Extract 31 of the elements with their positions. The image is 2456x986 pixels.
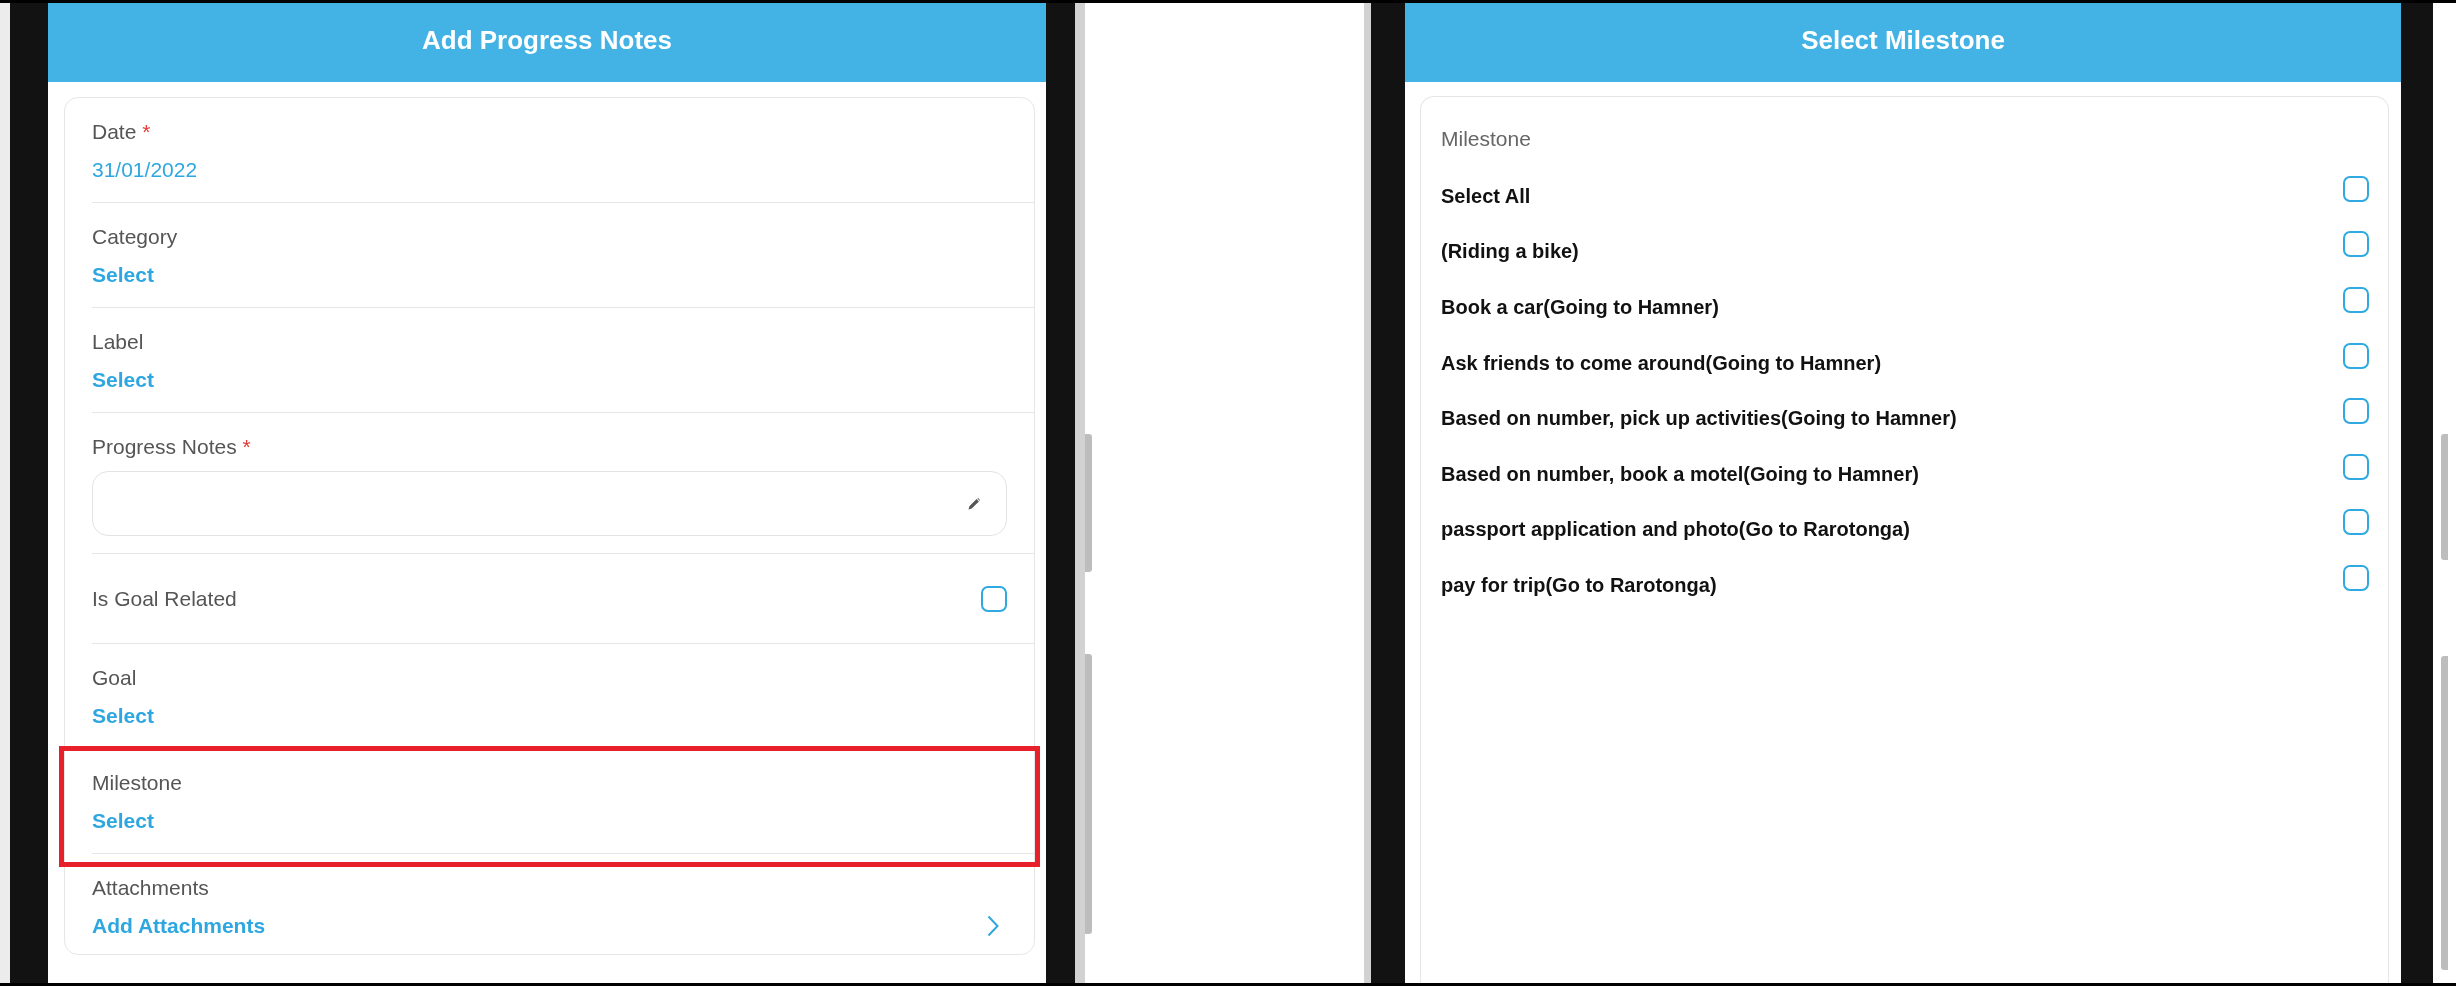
checkbox[interactable] [2343,342,2369,369]
field-label: Category [92,225,178,249]
field-label: Attachments [92,876,209,900]
option-label[interactable]: pay for trip(Go to Rarotonga) [1441,572,1717,597]
screen-title: Add Progress Notes [422,23,672,56]
checkbox[interactable] [2343,453,2369,480]
section-label: Milestone [1441,127,1531,151]
notes-field[interactable] [92,471,1007,536]
field-label: Label [92,330,144,354]
checkbox[interactable] [2343,231,2369,258]
field-label: Is Goal Related [92,586,237,611]
checkbox[interactable] [2343,564,2369,591]
option-label[interactable]: Select All [1441,183,1531,208]
chevron-right-icon[interactable] [987,915,999,937]
field-label: Milestone [92,771,182,795]
checkbox[interactable] [2343,175,2369,202]
option-label[interactable]: (Riding a bike) [1441,239,1579,264]
screen-title: Select Milestone [1801,23,2005,56]
pencil-icon [968,497,980,510]
checkbox[interactable] [2343,398,2369,425]
option-label[interactable]: passport application and photo(Go to Rarotonga) [1441,517,1910,542]
checkbox[interactable] [2343,509,2369,536]
option-label[interactable]: Based on number, book a motel(Going to Hamner) [1441,461,1919,486]
checkbox[interactable] [2343,287,2369,313]
field-label: Progress Notes * [92,435,251,459]
option-label[interactable]: Ask friends to come around(Going to Hamner) [1441,350,1882,375]
option-label[interactable]: Based on number, pick up activities(Going to Hamner) [1441,406,1957,431]
field-label: Date * [92,120,151,144]
field-label: Goal [92,666,137,690]
option-label[interactable]: Book a car(Going to Hamner) [1441,295,1719,319]
checkbox[interactable] [981,585,1007,612]
